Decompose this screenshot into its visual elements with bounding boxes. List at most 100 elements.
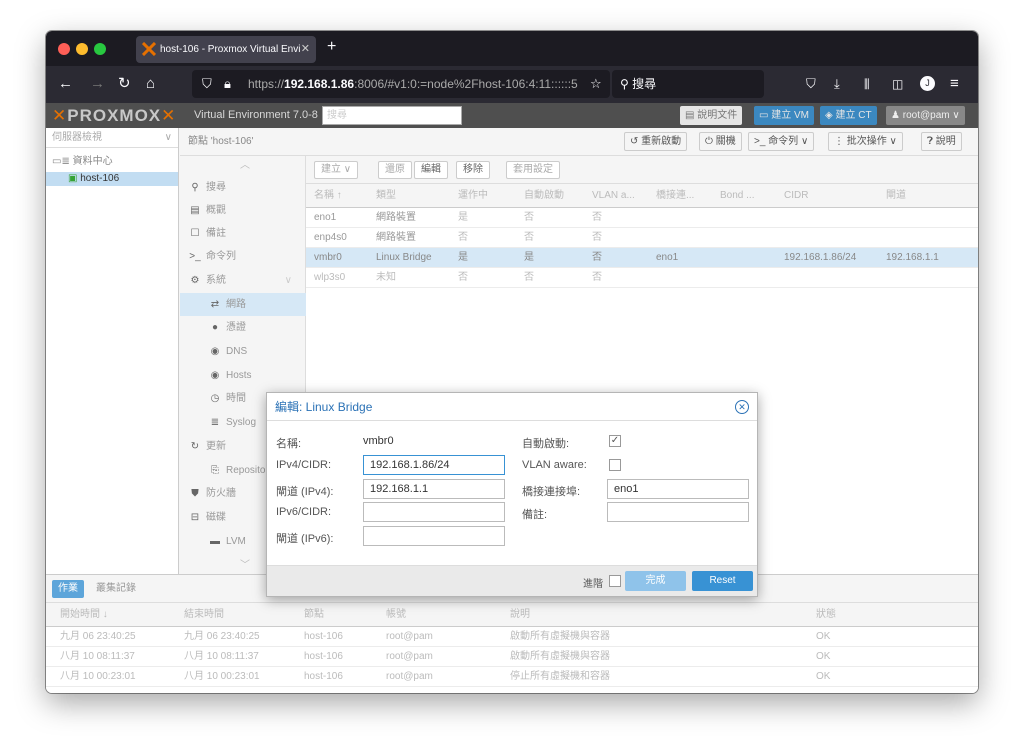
tree-node-datacenter[interactable]: ▭≣ 資料中心 — [52, 155, 113, 169]
tab-close-icon[interactable]: ✕ — [301, 36, 310, 63]
bookmark-star-icon[interactable]: ☆ — [590, 75, 602, 93]
gateway-ipv4-input[interactable]: 192.168.1.1 — [363, 479, 505, 499]
bulk-actions-button[interactable]: ⋮ 批次操作 ∨ — [828, 132, 903, 151]
grid-column-header[interactable]: 自動啟動 — [524, 184, 564, 208]
grid-column-header[interactable]: Bond ... — [720, 184, 754, 208]
revert-button[interactable]: 還原 — [378, 161, 412, 179]
grid-column-header[interactable]: 運作中 — [458, 184, 488, 208]
browser-tab[interactable]: host-106 - Proxmox Virtual Envi ✕ — [136, 36, 316, 63]
close-window-button[interactable] — [58, 43, 70, 55]
autostart-checkbox[interactable]: ✓ — [609, 435, 621, 447]
reset-button[interactable]: Reset — [692, 571, 753, 591]
menu-item-search[interactable]: ⚲ 搜尋 — [180, 176, 306, 199]
back-arrow-icon[interactable]: ← — [58, 75, 73, 93]
table-row[interactable]: vmbr0 Linux Bridge 是 是 否 eno1 192.168.1.86/24 1… — [306, 248, 978, 268]
grid-column-header[interactable]: 橋接連... — [656, 184, 694, 208]
browser-search-box[interactable]: ⚲ 搜尋 — [612, 70, 764, 98]
menu-item-shell[interactable]: >_ 命令列 — [180, 245, 306, 268]
url-bar[interactable]: ⛉ 🔒︎ https://192.168.1.86:8006/#v1:0:=no… — [192, 70, 610, 98]
log-row[interactable]: 八月 10 00:23:01 八月 10 00:23:01 host-106 root… — [46, 667, 978, 687]
reboot-button[interactable]: ↺ 重新啟動 — [624, 132, 688, 151]
reload-icon[interactable]: ↻ — [118, 75, 131, 93]
menu-item-label: 防火牆 — [206, 488, 236, 499]
minimize-window-button[interactable] — [76, 43, 88, 55]
docs-button[interactable]: ▤ 說明文件 — [680, 106, 743, 125]
tree-node-host[interactable]: ▣ host-106 — [46, 172, 178, 186]
header-search-input[interactable]: 搜尋 — [322, 106, 462, 125]
scroll-up-icon[interactable]: ︿ — [240, 156, 250, 171]
log-column-header[interactable]: 結束時間 — [184, 603, 224, 627]
table-cell: 否 — [524, 272, 534, 283]
edit-button[interactable]: 編輯 — [414, 161, 448, 179]
grid-column-header[interactable]: CIDR — [784, 184, 808, 208]
user-menu-button[interactable]: ♟ root@pam ∨ — [886, 106, 965, 125]
log-column-header[interactable]: 帳號 — [386, 603, 406, 627]
create-button[interactable]: 建立 ∨ — [314, 161, 359, 179]
notes-icon: ☐ — [190, 228, 200, 239]
table-cell: 否 — [592, 232, 602, 243]
table-cell: 192.168.1.1 — [886, 252, 939, 263]
download-icon[interactable]: ⤓ — [834, 75, 840, 93]
table-row[interactable]: eno1 網路裝置 是 否 否 — [306, 208, 978, 228]
menu-item-system[interactable]: ⚙ 系統 ∨ — [180, 269, 306, 292]
book-icon: ▤ — [685, 110, 698, 121]
menu-item-notes[interactable]: ☐ 備註 — [180, 222, 306, 245]
menu-icon[interactable]: ≡ — [950, 75, 959, 93]
library-icon[interactable]: ⫼ — [864, 75, 870, 93]
remove-button[interactable]: 移除 — [456, 161, 490, 179]
shield-icon[interactable]: ⛉ — [202, 75, 212, 93]
log-row[interactable]: 八月 10 08:11:37 八月 10 08:11:37 host-106 root… — [46, 647, 978, 667]
lvm-icon: ▬ — [210, 536, 220, 547]
menu-item-certificates[interactable]: ● 憑證 — [180, 316, 306, 339]
apply-button[interactable]: 套用設定 — [506, 161, 560, 179]
log-column-header[interactable]: 開始時間 ↓ — [60, 603, 108, 627]
system-icon: ⚙ — [190, 275, 200, 286]
bridge-ports-label: 橋接連接埠: — [522, 486, 581, 498]
pocket-icon[interactable]: ⛉ — [806, 75, 816, 93]
advanced-checkbox[interactable] — [609, 575, 621, 587]
view-selector[interactable]: 伺服器檢視 ∨ — [46, 128, 178, 148]
home-icon[interactable]: ⌂ — [146, 75, 155, 93]
tab-tasks[interactable]: 作業 — [52, 580, 84, 598]
log-column-header[interactable]: 說明 — [510, 603, 530, 627]
log-column-header[interactable]: 節點 — [304, 603, 324, 627]
log-cell: 啟動所有虛擬機與容器 — [510, 631, 610, 642]
bridge-ports-input[interactable]: eno1 — [607, 479, 749, 499]
scroll-down-icon[interactable]: ﹀ — [240, 556, 250, 571]
tab-cluster-log[interactable]: 叢集記錄 — [90, 580, 142, 598]
table-row[interactable]: wlp3s0 未知 否 否 否 — [306, 268, 978, 288]
shell-button[interactable]: >_ 命令列 ∨ — [748, 132, 815, 151]
create-ct-button[interactable]: ◈ 建立 CT — [820, 106, 877, 125]
log-row[interactable]: 九月 06 23:40:25 九月 06 23:40:25 host-106 root… — [46, 627, 978, 647]
maximize-window-button[interactable] — [94, 43, 106, 55]
shutdown-button[interactable]: ⏻ 關機 — [699, 132, 742, 151]
lock-icon[interactable]: 🔒︎ — [224, 75, 231, 93]
menu-item-summary[interactable]: ▤ 概觀 — [180, 199, 306, 222]
menu-item-hosts[interactable]: ◉ Hosts — [180, 364, 306, 387]
gateway-ipv6-input[interactable] — [363, 526, 505, 546]
account-avatar-icon[interactable]: J — [920, 76, 935, 91]
grid-column-header[interactable]: VLAN a... — [592, 184, 635, 208]
forward-arrow-icon[interactable]: → — [90, 75, 105, 93]
grid-column-header[interactable]: 類型 — [376, 184, 396, 208]
gateway-ipv6-label: 閘道 (IPv6): — [276, 533, 334, 545]
ok-button[interactable]: 完成 — [625, 571, 686, 591]
terminal-icon: >_ — [754, 136, 769, 147]
grid-column-header[interactable]: 名稱 ↑ — [314, 184, 342, 208]
new-tab-button[interactable]: + — [327, 38, 336, 56]
vlan-aware-checkbox[interactable] — [609, 459, 621, 471]
ipv4-cidr-input[interactable]: 192.168.1.86/24 — [363, 455, 505, 475]
ipv6-cidr-input[interactable] — [363, 502, 505, 522]
close-icon[interactable]: ✕ — [735, 400, 749, 414]
certificates-icon: ● — [211, 322, 219, 333]
sidebar-icon[interactable]: ◫ — [892, 75, 903, 93]
create-vm-button[interactable]: ▭ 建立 VM — [754, 106, 815, 125]
log-column-header[interactable]: 狀態 — [816, 603, 836, 627]
table-cell: wlp3s0 — [314, 272, 346, 283]
comment-input[interactable] — [607, 502, 749, 522]
menu-item-dns[interactable]: ◉ DNS — [180, 340, 306, 363]
help-button[interactable]: ❓︎ 說明 — [921, 132, 962, 151]
table-row[interactable]: enp4s0 網路裝置 否 否 否 — [306, 228, 978, 248]
menu-item-network[interactable]: ⇄ 網路 — [180, 293, 306, 316]
grid-column-header[interactable]: 閘道 — [886, 184, 906, 208]
